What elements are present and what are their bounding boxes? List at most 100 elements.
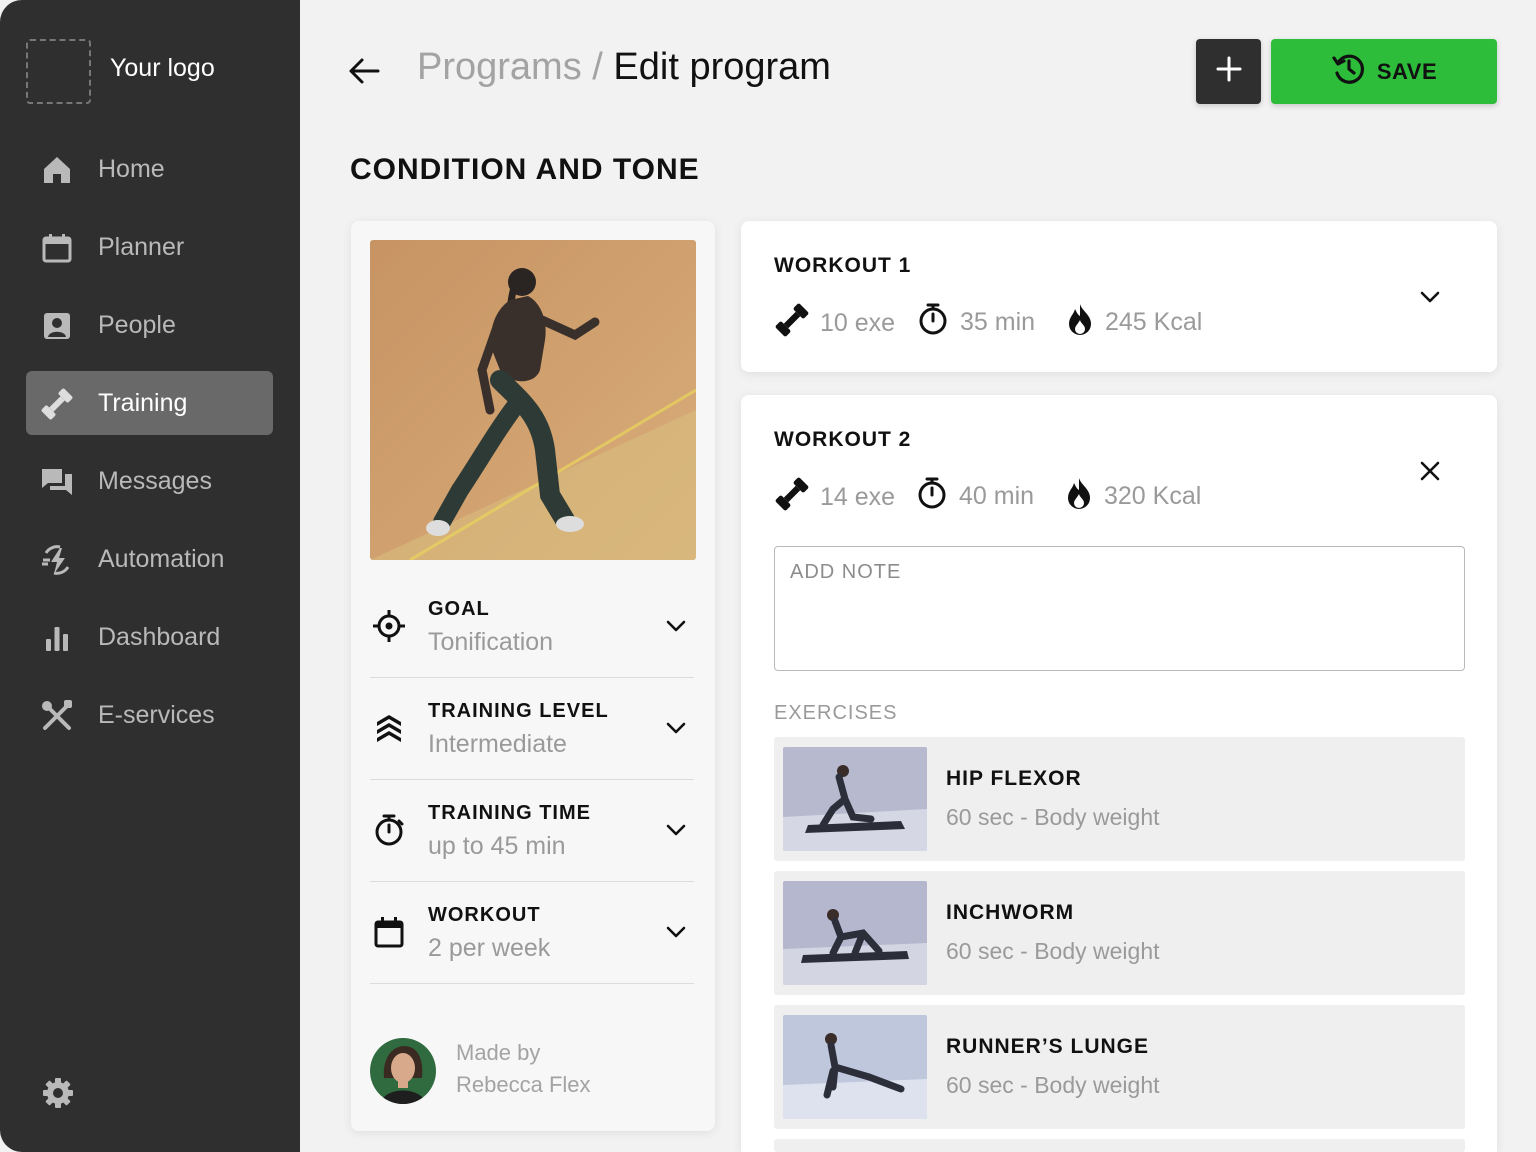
flame-icon [1064,476,1094,517]
sidebar-item-people[interactable]: People [26,293,273,357]
exercise-count-value: 14 exe [820,483,896,511]
sidebar-item-label: Automation [98,544,225,573]
detail-label: TRAINING TIME [428,802,591,824]
detail-label: GOAL [428,598,490,620]
logo-placeholder [26,39,91,104]
duration: 40 min [915,476,1034,517]
exercise-count: 14 exe [774,476,895,519]
chevron-down-icon [664,614,688,638]
sidebar-item-training[interactable]: Training [26,371,273,435]
list-item[interactable]: INCHWORM 60 sec - Body weight [774,871,1465,995]
note-placeholder: ADD NOTE [790,561,902,583]
calendar-icon [40,231,74,265]
sidebar-item-label: Planner [98,232,185,261]
note-input[interactable]: ADD NOTE [774,546,1465,671]
sidebar-item-automation[interactable]: Automation [26,527,273,591]
logo-text: Your logo [110,54,215,82]
chevron-down-icon[interactable] [1417,284,1443,310]
exercise-thumbnail [783,881,927,985]
exercise-thumbnail [783,747,927,851]
duration-value: 40 min [959,482,1035,510]
duration: 35 min [916,302,1035,343]
gear-icon[interactable] [40,1075,76,1111]
workout-card[interactable]: WORKOUT 1 10 exe 35 min 245 Kcal [741,221,1497,372]
save-button[interactable]: SAVE [1271,39,1497,104]
duration-value: 35 min [960,308,1036,336]
save-label: SAVE [1376,58,1438,84]
exercise-thumbnail [783,1015,927,1119]
detail-label: WORKOUT [428,904,541,926]
sidebar: Your logo Home Planner People Training M… [0,0,300,1152]
automation-icon [40,543,74,577]
sidebar-item-home[interactable]: Home [26,137,273,201]
detail-value: Intermediate [428,730,567,758]
workout-frequency-row[interactable]: WORKOUT 2 per week [370,882,694,984]
stopwatch-icon [915,476,949,517]
breadcrumb-separator: / [581,46,614,88]
detail-label: TRAINING LEVEL [428,700,609,722]
workout-title: WORKOUT 2 [774,428,912,451]
chevron-down-icon [664,716,688,740]
sidebar-item-label: Training [98,388,188,417]
plus-icon [1215,55,1243,88]
stopwatch-icon [916,302,950,343]
detail-value: 2 per week [428,934,551,962]
chat-icon [40,465,74,499]
add-button[interactable] [1196,39,1261,104]
detail-value: up to 45 min [428,832,566,860]
list-item[interactable] [774,1139,1465,1152]
level-chevrons-icon [372,711,406,745]
dumbbell-icon [774,302,810,345]
bar-chart-icon [40,621,74,655]
sidebar-item-label: Home [98,154,165,183]
exercise-meta: 60 sec - Body weight [946,938,1160,964]
calories-value: 245 Kcal [1105,308,1203,336]
person-card-icon [40,309,74,343]
author-caption: Made by [456,1040,541,1065]
dumbbell-icon [40,387,74,421]
flame-icon [1065,302,1095,343]
exercise-name: INCHWORM [946,901,1075,924]
back-arrow-icon[interactable] [346,55,382,87]
home-icon [40,153,74,187]
exercise-count-value: 10 exe [820,309,896,337]
exercises-label: EXERCISES [774,702,898,724]
sidebar-item-planner[interactable]: Planner [26,215,273,279]
program-cover-image [370,240,696,560]
tools-icon [40,699,74,733]
close-icon[interactable] [1417,458,1443,484]
chevron-down-icon [664,818,688,842]
avatar [370,1038,436,1104]
detail-value: Tonification [428,628,554,656]
sidebar-item-messages[interactable]: Messages [26,449,273,513]
chevron-down-icon [664,920,688,944]
sidebar-item-label: Messages [98,466,212,495]
workout-title: WORKOUT 1 [774,254,912,277]
training-time-row[interactable]: TRAINING TIME up to 45 min [370,780,694,882]
training-level-row[interactable]: TRAINING LEVEL Intermediate [370,678,694,780]
author-name: Rebecca Flex [456,1072,591,1097]
calories: 245 Kcal [1065,302,1202,343]
breadcrumb-programs[interactable]: Programs [417,46,582,88]
goal-row[interactable]: GOAL Tonification [370,576,694,678]
sidebar-item-label: E-services [98,700,215,729]
sidebar-item-dashboard[interactable]: Dashboard [26,605,273,669]
breadcrumb: Programs / Edit program [417,46,831,89]
exercise-name: RUNNER’S LUNGE [946,1035,1150,1058]
list-item[interactable]: RUNNER’S LUNGE 60 sec - Body weight [774,1005,1465,1129]
calendar-icon [372,915,406,949]
sidebar-item-label: People [98,310,176,339]
exercise-name: HIP FLEXOR [946,767,1082,790]
dumbbell-icon [774,476,810,519]
program-title: CONDITION AND TONE [350,153,700,186]
sidebar-item-e-services[interactable]: E-services [26,683,273,747]
stopwatch-icon [372,813,406,847]
history-icon [1331,51,1367,92]
exercise-count: 10 exe [774,302,895,345]
list-item[interactable]: HIP FLEXOR 60 sec - Body weight [774,737,1465,861]
page-heading: Edit program [613,46,831,88]
workout-card: WORKOUT 2 14 exe 40 min 320 Kcal ADD NOT… [741,395,1497,1152]
sidebar-item-label: Dashboard [98,622,221,651]
calories: 320 Kcal [1064,476,1201,517]
target-icon [372,609,406,643]
